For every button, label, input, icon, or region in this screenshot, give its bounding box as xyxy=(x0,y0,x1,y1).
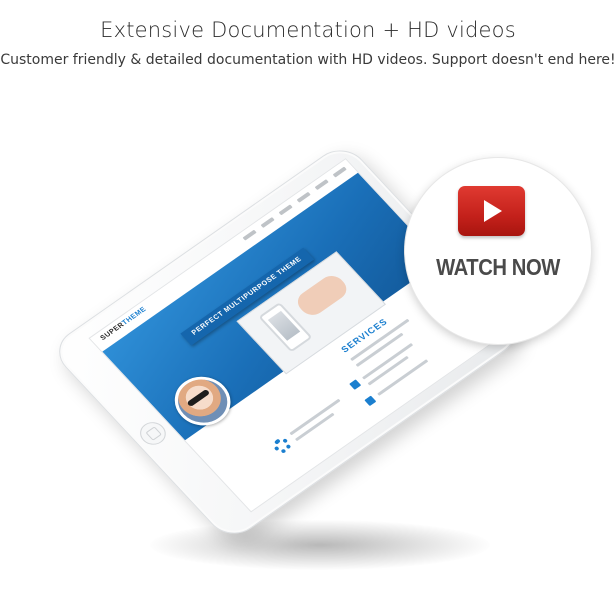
gear-icon xyxy=(269,435,295,457)
site-nav-link xyxy=(242,229,257,241)
site-nav-link xyxy=(314,179,329,191)
watch-now-label: WATCH NOW xyxy=(436,254,560,280)
feature-icon xyxy=(364,395,377,407)
play-icon xyxy=(484,200,502,222)
site-nav-link xyxy=(260,217,275,228)
tablet-shadow xyxy=(150,520,490,570)
page-title: Extensive Documentation + HD videos xyxy=(100,18,516,42)
hand-illustration xyxy=(292,271,352,320)
site-nav-link xyxy=(278,204,293,216)
hero-image-card xyxy=(236,251,387,375)
page-subtitle: Customer friendly & detailed documentati… xyxy=(0,52,616,68)
site-nav-link xyxy=(296,191,311,203)
site-nav-link xyxy=(332,166,347,178)
tablet-home-button xyxy=(134,417,172,450)
video-play-button[interactable] xyxy=(458,186,525,236)
feature-icon xyxy=(349,379,362,390)
watch-now-button[interactable]: WATCH NOW xyxy=(405,158,591,344)
feature-text-line xyxy=(289,398,341,436)
